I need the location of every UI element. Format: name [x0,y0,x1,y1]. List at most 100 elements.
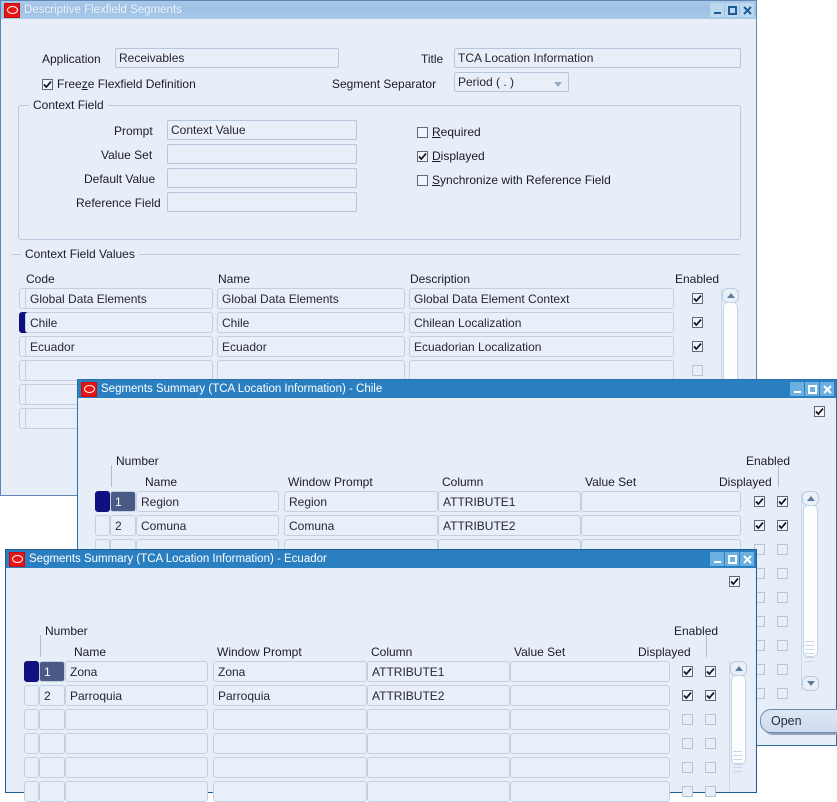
chile-cell-enabled-checkbox[interactable] [777,664,788,675]
application-input[interactable]: Receivables [115,48,339,68]
prompt-input[interactable]: Context Value [167,120,357,140]
minimize-icon[interactable] [710,552,724,566]
chile-cell-displayed-checkbox[interactable] [754,520,765,531]
ecuador-row-marker[interactable] [24,781,39,802]
ecuador-cell-displayed-checkbox[interactable] [682,690,693,701]
chile-row-marker[interactable] [95,515,110,536]
ecuador-row-marker[interactable] [24,733,39,754]
minimize-icon[interactable] [790,382,804,396]
ecuador-cell-name[interactable] [65,781,208,802]
ecuador-row-marker[interactable] [24,685,39,706]
ecuador-cell-window-prompt[interactable]: Parroquia [213,685,367,706]
close-icon[interactable] [820,382,834,396]
chile-row-marker[interactable] [95,491,110,512]
context-cell-enabled-checkbox[interactable] [692,341,703,352]
close-icon[interactable] [740,3,754,17]
ecuador-scrollbar[interactable] [729,661,747,791]
ecuador-cell-displayed-checkbox[interactable] [682,786,693,797]
ecuador-cell-number[interactable] [39,709,65,730]
ecuador-cell-window-prompt[interactable] [213,757,367,778]
ecuador-cell-value-set[interactable] [510,733,670,754]
context-cell-enabled-checkbox[interactable] [692,365,703,376]
context-cell-code[interactable] [25,360,213,381]
reference-field-input[interactable] [167,192,357,212]
open-button[interactable]: Open [760,709,837,733]
ecuador-row-marker[interactable] [24,709,39,730]
chile-scroll-up-button[interactable] [802,491,819,506]
synchronize-checkbox-row[interactable]: Synchronize with Reference Field [417,173,611,187]
context-cell-description[interactable] [409,360,674,381]
segment-separator-select[interactable]: Period ( . ) [454,72,569,92]
ecuador-row-marker[interactable] [24,661,39,682]
chile-cell-enabled-checkbox[interactable] [777,592,788,603]
ecuador-cell-window-prompt[interactable] [213,733,367,754]
ecuador-scroll-up-button[interactable] [730,661,747,676]
context-cell-code[interactable]: Chile [25,312,213,333]
scrollbar-thumb[interactable] [723,302,738,386]
scroll-up-button[interactable] [722,288,739,303]
context-cell-enabled-checkbox[interactable] [692,317,703,328]
ecuador-row-marker[interactable] [24,757,39,778]
context-cell-enabled-checkbox[interactable] [692,293,703,304]
maximize-icon[interactable] [725,552,739,566]
main-window-titlebar[interactable]: Descriptive Flexfield Segments [1,1,756,19]
context-cell-name[interactable] [217,360,405,381]
ecuador-cell-number[interactable] [39,757,65,778]
ecuador-cell-value-set[interactable] [510,781,670,802]
ecuador-cell-column[interactable] [367,757,510,778]
context-cell-name[interactable]: Chile [217,312,405,333]
chile-cell-window-prompt[interactable]: Comuna [284,515,438,536]
ecuador-cell-number[interactable] [39,733,65,754]
chile-cell-name[interactable]: Region [136,491,279,512]
chile-cell-name[interactable]: Comuna [136,515,279,536]
ecuador-cell-value-set[interactable] [510,709,670,730]
displayed-checkbox[interactable] [417,150,428,162]
ecuador-cell-value-set[interactable] [510,685,670,706]
context-cell-description[interactable]: Chilean Localization [409,312,674,333]
ecuador-cell-displayed-checkbox[interactable] [682,666,693,677]
ecuador-cell-window-prompt[interactable] [213,781,367,802]
ecuador-cell-displayed-checkbox[interactable] [682,738,693,749]
context-cell-code[interactable]: Ecuador [25,336,213,357]
chile-cell-value-set[interactable] [581,491,741,512]
maximize-icon[interactable] [725,3,739,17]
ecuador-cell-enabled-checkbox[interactable] [705,738,716,749]
chile-cell-column[interactable]: ATTRIBUTE1 [438,491,581,512]
chile-window-titlebar[interactable]: Segments Summary (TCA Location Informati… [78,380,836,398]
chile-cell-value-set[interactable] [581,515,741,536]
ecuador-cell-column[interactable] [367,781,510,802]
chevron-down-icon[interactable] [554,82,562,87]
required-checkbox-row[interactable]: Required [417,125,481,139]
chile-cell-enabled-checkbox[interactable] [777,568,788,579]
context-cell-name[interactable]: Ecuador [217,336,405,357]
ecuador-cell-displayed-checkbox[interactable] [682,762,693,773]
chile-cell-displayed-checkbox[interactable] [754,496,765,507]
chile-cell-enabled-checkbox[interactable] [777,688,788,699]
maximize-icon[interactable] [805,382,819,396]
chile-scrollbar[interactable] [801,491,819,691]
freeze-flexfield-checkbox-row[interactable]: Freeze Flexfield Definition [42,77,196,91]
ecuador-cell-column[interactable]: ATTRIBUTE1 [367,661,510,682]
ecuador-cell-window-prompt[interactable]: Zona [213,661,367,682]
chile-select-all-checkbox[interactable] [814,406,825,417]
ecuador-cell-value-set[interactable] [510,757,670,778]
chile-cell-column[interactable]: ATTRIBUTE2 [438,515,581,536]
ecuador-cell-number[interactable]: 1 [39,661,65,682]
context-cell-name[interactable]: Global Data Elements [217,288,405,309]
chile-cell-enabled-checkbox[interactable] [777,616,788,627]
chile-cell-enabled-checkbox[interactable] [777,544,788,555]
ecuador-cell-column[interactable]: ATTRIBUTE2 [367,685,510,706]
ecuador-cell-displayed-checkbox[interactable] [682,714,693,725]
ecuador-cell-enabled-checkbox[interactable] [705,714,716,725]
value-set-input[interactable] [167,144,357,164]
chile-scrollbar-thumb[interactable] [803,505,818,657]
context-cell-description[interactable]: Ecuadorian Localization [409,336,674,357]
title-input[interactable]: TCA Location Information [454,48,741,68]
ecuador-select-all-checkbox[interactable] [729,576,740,587]
ecuador-cell-enabled-checkbox[interactable] [705,690,716,701]
ecuador-cell-name[interactable]: Zona [65,661,208,682]
chile-cell-window-prompt[interactable]: Region [284,491,438,512]
ecuador-cell-column[interactable] [367,709,510,730]
freeze-flexfield-checkbox[interactable] [42,78,53,90]
ecuador-cell-enabled-checkbox[interactable] [705,666,716,677]
